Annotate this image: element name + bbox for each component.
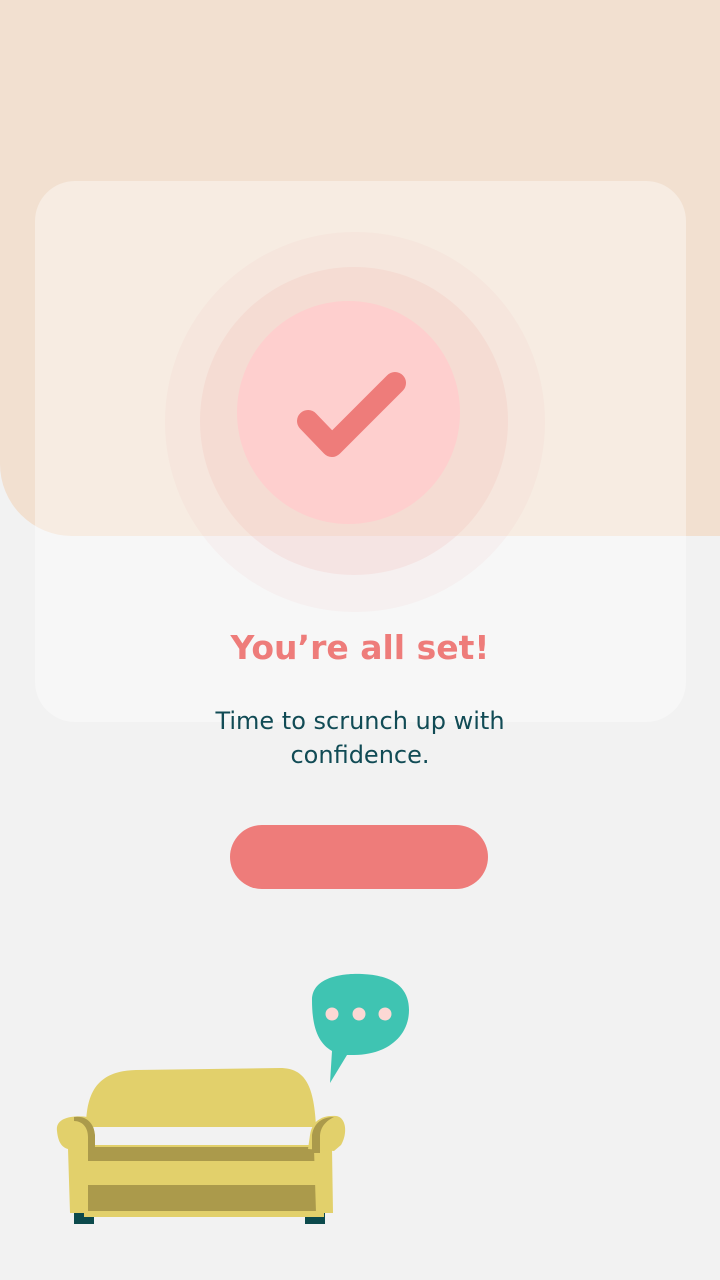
confirmation-message: Time to scrunch up with confidence. [215,707,505,769]
sofa-illustration [56,973,409,1224]
chat-dot-icon [378,1007,392,1021]
page-title: You’re all set! [230,628,490,667]
check-icon [297,372,406,457]
chat-bubble-icon [312,973,409,1083]
continue-button[interactable] [230,825,488,889]
chat-dot-icon [325,1007,339,1021]
sofa-icon [56,1068,346,1224]
chat-dot-icon [352,1007,366,1021]
